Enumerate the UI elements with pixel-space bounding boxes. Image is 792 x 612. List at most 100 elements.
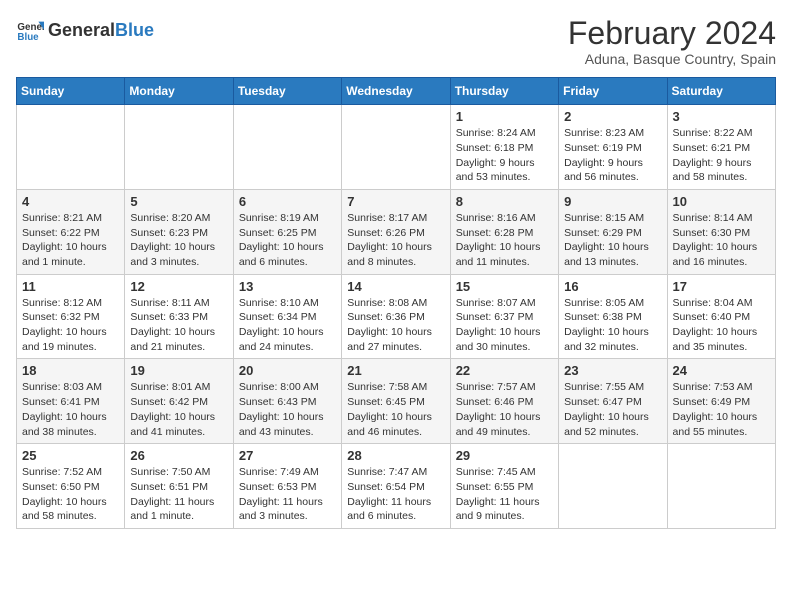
day-number: 11 xyxy=(22,279,119,294)
logo: General Blue General Blue xyxy=(16,16,154,44)
calendar-cell: 3 Sunrise: 8:22 AM Sunset: 6:21 PM Daylig… xyxy=(667,105,775,190)
calendar-cell: 5Sunrise: 8:20 AM Sunset: 6:23 PM Daylig… xyxy=(125,189,233,274)
day-number: 20 xyxy=(239,363,336,378)
calendar-cell: 21 Sunrise: 7:58 AM Sunset: 6:45 PM Dayli… xyxy=(342,359,450,444)
calendar-cell: 27Sunrise: 7:49 AM Sunset: 6:53 PM Dayli… xyxy=(233,444,341,529)
day-number: 26 xyxy=(130,448,227,463)
weekday-header-monday: Monday xyxy=(125,78,233,105)
day-number: 9 xyxy=(564,194,661,209)
logo-text-general: General xyxy=(48,20,115,41)
calendar-cell: 29Sunrise: 7:45 AM Sunset: 6:55 PM Dayli… xyxy=(450,444,558,529)
calendar-cell: 20 Sunrise: 8:00 AM Sunset: 6:43 PM Dayli… xyxy=(233,359,341,444)
day-info: Sunrise: 8:20 AM Sunset: 6:23 PM Dayligh… xyxy=(130,211,227,270)
calendar-cell xyxy=(667,444,775,529)
day-number: 1 xyxy=(456,109,553,124)
calendar-cell: 11 Sunrise: 8:12 AM Sunset: 6:32 PM Dayli… xyxy=(17,274,125,359)
day-number: 13 xyxy=(239,279,336,294)
weekday-header-thursday: Thursday xyxy=(450,78,558,105)
day-number: 16 xyxy=(564,279,661,294)
calendar-week-row: 18 Sunrise: 8:03 AM Sunset: 6:41 PM Dayli… xyxy=(17,359,776,444)
day-info: Sunrise: 8:15 AM Sunset: 6:29 PM Dayligh… xyxy=(564,211,661,270)
calendar-cell: 22 Sunrise: 7:57 AM Sunset: 6:46 PM Dayli… xyxy=(450,359,558,444)
day-info: Sunrise: 7:49 AM Sunset: 6:53 PM Dayligh… xyxy=(239,465,336,524)
day-info: Sunrise: 8:24 AM Sunset: 6:18 PM Dayligh… xyxy=(456,126,553,185)
logo-icon: General Blue xyxy=(16,16,44,44)
calendar-cell: 18 Sunrise: 8:03 AM Sunset: 6:41 PM Dayli… xyxy=(17,359,125,444)
calendar-cell xyxy=(17,105,125,190)
calendar-cell xyxy=(559,444,667,529)
title-area: February 2024 Aduna, Basque Country, Spa… xyxy=(568,16,776,67)
day-info: Sunrise: 8:12 AM Sunset: 6:32 PM Dayligh… xyxy=(22,296,119,355)
day-number: 23 xyxy=(564,363,661,378)
day-info: Sunrise: 8:07 AM Sunset: 6:37 PM Dayligh… xyxy=(456,296,553,355)
calendar-cell: 19 Sunrise: 8:01 AM Sunset: 6:42 PM Dayli… xyxy=(125,359,233,444)
calendar-cell: 23 Sunrise: 7:55 AM Sunset: 6:47 PM Dayli… xyxy=(559,359,667,444)
calendar-cell xyxy=(233,105,341,190)
day-info: Sunrise: 7:47 AM Sunset: 6:54 PM Dayligh… xyxy=(347,465,444,524)
weekday-header-row: SundayMondayTuesdayWednesdayThursdayFrid… xyxy=(17,78,776,105)
calendar-cell: 4 Sunrise: 8:21 AM Sunset: 6:22 PM Daylig… xyxy=(17,189,125,274)
calendar-cell: 8Sunrise: 8:16 AM Sunset: 6:28 PM Daylig… xyxy=(450,189,558,274)
day-info: Sunrise: 8:19 AM Sunset: 6:25 PM Dayligh… xyxy=(239,211,336,270)
weekday-header-tuesday: Tuesday xyxy=(233,78,341,105)
day-number: 15 xyxy=(456,279,553,294)
day-info: Sunrise: 8:03 AM Sunset: 6:41 PM Dayligh… xyxy=(22,380,119,439)
weekday-header-friday: Friday xyxy=(559,78,667,105)
day-number: 25 xyxy=(22,448,119,463)
day-info: Sunrise: 8:01 AM Sunset: 6:42 PM Dayligh… xyxy=(130,380,227,439)
calendar-cell: 24 Sunrise: 7:53 AM Sunset: 6:49 PM Dayli… xyxy=(667,359,775,444)
sub-title: Aduna, Basque Country, Spain xyxy=(568,51,776,67)
day-info: Sunrise: 8:21 AM Sunset: 6:22 PM Dayligh… xyxy=(22,211,119,270)
day-number: 19 xyxy=(130,363,227,378)
calendar-cell: 9 Sunrise: 8:15 AM Sunset: 6:29 PM Daylig… xyxy=(559,189,667,274)
svg-text:Blue: Blue xyxy=(17,32,39,43)
main-title: February 2024 xyxy=(568,16,776,51)
day-number: 3 xyxy=(673,109,770,124)
day-info: Sunrise: 8:00 AM Sunset: 6:43 PM Dayligh… xyxy=(239,380,336,439)
calendar-cell: 12 Sunrise: 8:11 AM Sunset: 6:33 PM Dayli… xyxy=(125,274,233,359)
calendar-cell: 25 Sunrise: 7:52 AM Sunset: 6:50 PM Dayli… xyxy=(17,444,125,529)
calendar-cell: 15 Sunrise: 8:07 AM Sunset: 6:37 PM Dayli… xyxy=(450,274,558,359)
day-number: 6 xyxy=(239,194,336,209)
calendar-cell: 13 Sunrise: 8:10 AM Sunset: 6:34 PM Dayli… xyxy=(233,274,341,359)
day-info: Sunrise: 8:04 AM Sunset: 6:40 PM Dayligh… xyxy=(673,296,770,355)
day-info: Sunrise: 8:10 AM Sunset: 6:34 PM Dayligh… xyxy=(239,296,336,355)
day-info: Sunrise: 7:55 AM Sunset: 6:47 PM Dayligh… xyxy=(564,380,661,439)
day-info: Sunrise: 7:52 AM Sunset: 6:50 PM Dayligh… xyxy=(22,465,119,524)
day-info: Sunrise: 7:58 AM Sunset: 6:45 PM Dayligh… xyxy=(347,380,444,439)
calendar-cell: 17Sunrise: 8:04 AM Sunset: 6:40 PM Dayli… xyxy=(667,274,775,359)
weekday-header-saturday: Saturday xyxy=(667,78,775,105)
day-info: Sunrise: 8:23 AM Sunset: 6:19 PM Dayligh… xyxy=(564,126,661,185)
day-info: Sunrise: 7:45 AM Sunset: 6:55 PM Dayligh… xyxy=(456,465,553,524)
day-number: 12 xyxy=(130,279,227,294)
weekday-header-sunday: Sunday xyxy=(17,78,125,105)
day-info: Sunrise: 8:14 AM Sunset: 6:30 PM Dayligh… xyxy=(673,211,770,270)
day-number: 14 xyxy=(347,279,444,294)
weekday-header-wednesday: Wednesday xyxy=(342,78,450,105)
day-number: 10 xyxy=(673,194,770,209)
calendar-cell: 6 Sunrise: 8:19 AM Sunset: 6:25 PM Daylig… xyxy=(233,189,341,274)
calendar-cell: 28 Sunrise: 7:47 AM Sunset: 6:54 PM Dayli… xyxy=(342,444,450,529)
calendar-cell: 10 Sunrise: 8:14 AM Sunset: 6:30 PM Dayli… xyxy=(667,189,775,274)
calendar-week-row: 11 Sunrise: 8:12 AM Sunset: 6:32 PM Dayli… xyxy=(17,274,776,359)
day-info: Sunrise: 8:17 AM Sunset: 6:26 PM Dayligh… xyxy=(347,211,444,270)
day-number: 28 xyxy=(347,448,444,463)
day-info: Sunrise: 7:53 AM Sunset: 6:49 PM Dayligh… xyxy=(673,380,770,439)
day-number: 2 xyxy=(564,109,661,124)
day-number: 22 xyxy=(456,363,553,378)
day-number: 7 xyxy=(347,194,444,209)
day-number: 24 xyxy=(673,363,770,378)
day-number: 4 xyxy=(22,194,119,209)
day-info: Sunrise: 8:05 AM Sunset: 6:38 PM Dayligh… xyxy=(564,296,661,355)
day-info: Sunrise: 8:22 AM Sunset: 6:21 PM Dayligh… xyxy=(673,126,770,185)
day-number: 21 xyxy=(347,363,444,378)
calendar-cell: 14Sunrise: 8:08 AM Sunset: 6:36 PM Dayli… xyxy=(342,274,450,359)
calendar-cell: 16 Sunrise: 8:05 AM Sunset: 6:38 PM Dayli… xyxy=(559,274,667,359)
day-info: Sunrise: 8:11 AM Sunset: 6:33 PM Dayligh… xyxy=(130,296,227,355)
calendar-cell: 1 Sunrise: 8:24 AM Sunset: 6:18 PM Daylig… xyxy=(450,105,558,190)
day-info: Sunrise: 7:57 AM Sunset: 6:46 PM Dayligh… xyxy=(456,380,553,439)
calendar-cell: 26Sunrise: 7:50 AM Sunset: 6:51 PM Dayli… xyxy=(125,444,233,529)
header: General Blue General Blue February 2024 A… xyxy=(16,16,776,67)
day-number: 18 xyxy=(22,363,119,378)
calendar-cell xyxy=(125,105,233,190)
